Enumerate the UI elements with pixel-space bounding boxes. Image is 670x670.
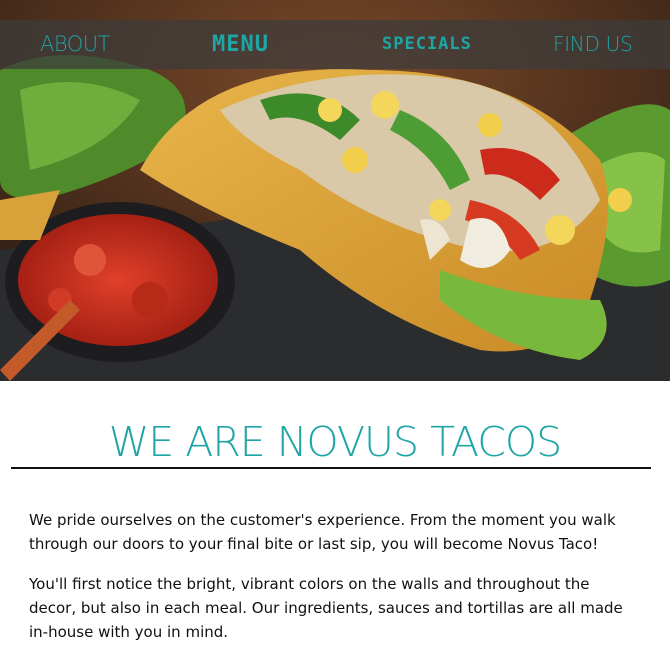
- nav-item-about[interactable]: ABOUT: [40, 20, 110, 69]
- nav-item-find-us[interactable]: FIND US: [553, 20, 633, 69]
- title-divider: [11, 467, 651, 469]
- intro-paragraph: You'll first notice the bright, vibrant …: [29, 575, 623, 641]
- nav-item-menu[interactable]: MENU: [212, 20, 269, 69]
- nav-item-specials[interactable]: SPECIALS: [382, 20, 472, 69]
- intro-paragraph: We pride ourselves on the customer's exp…: [29, 511, 616, 553]
- intro-content: We pride ourselves on the customer's exp…: [29, 508, 629, 660]
- main-nav: ABOUT MENU SPECIALS FIND US: [0, 20, 670, 69]
- page-title: WE ARE NOVUS TACOS: [108, 418, 562, 466]
